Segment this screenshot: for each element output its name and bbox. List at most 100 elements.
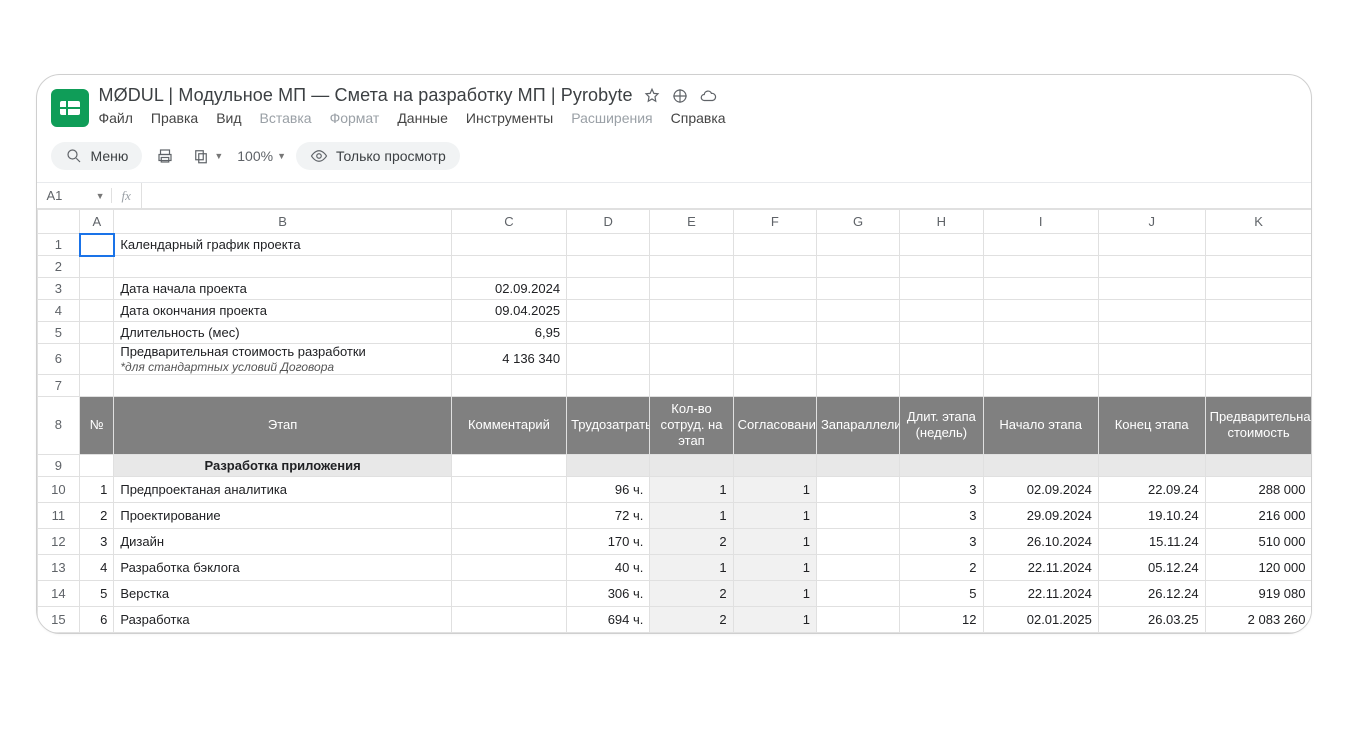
cell-effort[interactable]: 96 ч. bbox=[567, 476, 650, 502]
cell[interactable] bbox=[114, 256, 451, 278]
cell-start[interactable]: 29.09.2024 bbox=[983, 502, 1098, 528]
cell[interactable] bbox=[733, 374, 816, 396]
cell-num[interactable]: 5 bbox=[80, 580, 114, 606]
row-header[interactable]: 4 bbox=[37, 300, 80, 322]
cell-num[interactable]: 1 bbox=[80, 476, 114, 502]
cell[interactable] bbox=[1098, 234, 1205, 256]
cell[interactable] bbox=[1205, 256, 1311, 278]
cell[interactable] bbox=[733, 300, 816, 322]
cell-stage[interactable]: Разработка bbox=[114, 606, 451, 632]
menu-данные[interactable]: Данные bbox=[397, 110, 448, 126]
cell[interactable] bbox=[1205, 322, 1311, 344]
cell-people[interactable]: 1 bbox=[650, 476, 733, 502]
cell-start[interactable]: 26.10.2024 bbox=[983, 528, 1098, 554]
cell-people[interactable]: 1 bbox=[650, 502, 733, 528]
cell-effort[interactable]: 306 ч. bbox=[567, 580, 650, 606]
cell[interactable] bbox=[650, 454, 733, 476]
cell[interactable] bbox=[80, 344, 114, 375]
row-header[interactable]: 13 bbox=[37, 554, 80, 580]
th-end[interactable]: Конец этапа bbox=[1098, 396, 1205, 454]
cell[interactable] bbox=[451, 454, 566, 476]
col-header-G[interactable]: G bbox=[816, 210, 899, 234]
cell-approve[interactable]: 1 bbox=[733, 580, 816, 606]
cell[interactable] bbox=[1205, 374, 1311, 396]
cell[interactable] bbox=[650, 374, 733, 396]
cell[interactable] bbox=[900, 322, 983, 344]
cell-comment[interactable] bbox=[451, 476, 566, 502]
cell[interactable] bbox=[567, 322, 650, 344]
cloud-status-icon[interactable] bbox=[699, 87, 717, 105]
cell-parallel[interactable] bbox=[816, 580, 899, 606]
cell[interactable] bbox=[900, 256, 983, 278]
cell[interactable] bbox=[567, 278, 650, 300]
menu-файл[interactable]: Файл bbox=[99, 110, 133, 126]
sheets-logo[interactable] bbox=[51, 89, 89, 127]
cell-cost[interactable]: 216 000 bbox=[1205, 502, 1311, 528]
th-parallel[interactable]: Запараллеливание bbox=[816, 396, 899, 454]
cell-cost[interactable]: 510 000 bbox=[1205, 528, 1311, 554]
cell[interactable] bbox=[900, 344, 983, 375]
cell-stage[interactable]: Проектирование bbox=[114, 502, 451, 528]
cell[interactable] bbox=[1098, 322, 1205, 344]
cell-parallel[interactable] bbox=[816, 528, 899, 554]
cell[interactable] bbox=[983, 322, 1098, 344]
row-header[interactable]: 11 bbox=[37, 502, 80, 528]
cell-start[interactable]: 22.11.2024 bbox=[983, 580, 1098, 606]
cell-weeks[interactable]: 3 bbox=[900, 476, 983, 502]
column-headers[interactable]: ABCDEFGHIJK bbox=[37, 210, 1312, 234]
cell-approve[interactable]: 1 bbox=[733, 476, 816, 502]
cell[interactable] bbox=[983, 234, 1098, 256]
cell[interactable] bbox=[733, 322, 816, 344]
cell[interactable] bbox=[1205, 234, 1311, 256]
th-approve[interactable]: Согласование bbox=[733, 396, 816, 454]
cell[interactable] bbox=[733, 278, 816, 300]
section-title[interactable]: Разработка приложения bbox=[114, 454, 451, 476]
menu-вид[interactable]: Вид bbox=[216, 110, 241, 126]
cell[interactable] bbox=[1205, 300, 1311, 322]
cell-approve[interactable]: 1 bbox=[733, 502, 816, 528]
cell-effort[interactable]: 40 ч. bbox=[567, 554, 650, 580]
cell[interactable] bbox=[900, 374, 983, 396]
cell[interactable] bbox=[983, 278, 1098, 300]
cell-weeks[interactable]: 12 bbox=[900, 606, 983, 632]
cell[interactable] bbox=[816, 344, 899, 375]
cell-num[interactable]: 4 bbox=[80, 554, 114, 580]
cell-B4[interactable]: Дата окончания проекта bbox=[114, 300, 451, 322]
cell[interactable] bbox=[816, 374, 899, 396]
cell-parallel[interactable] bbox=[816, 606, 899, 632]
cell[interactable] bbox=[650, 256, 733, 278]
name-box[interactable]: A1 ▼ bbox=[37, 188, 112, 203]
cell-parallel[interactable] bbox=[816, 502, 899, 528]
cell-C6[interactable]: 4 136 340 bbox=[451, 344, 566, 375]
cell-A1[interactable] bbox=[80, 234, 114, 256]
cell-weeks[interactable]: 5 bbox=[900, 580, 983, 606]
cell-B1[interactable]: Календарный график проекта bbox=[114, 234, 451, 256]
cell[interactable] bbox=[451, 234, 566, 256]
cell[interactable] bbox=[816, 300, 899, 322]
cell[interactable] bbox=[733, 256, 816, 278]
cell-stage[interactable]: Дизайн bbox=[114, 528, 451, 554]
cell[interactable] bbox=[650, 234, 733, 256]
cell-effort[interactable]: 72 ч. bbox=[567, 502, 650, 528]
cell[interactable] bbox=[80, 374, 114, 396]
cell[interactable] bbox=[900, 454, 983, 476]
cell[interactable] bbox=[80, 300, 114, 322]
zoom-selector[interactable]: 100% ▼ bbox=[237, 148, 286, 164]
row-header[interactable]: 10 bbox=[37, 476, 80, 502]
cell-effort[interactable]: 170 ч. bbox=[567, 528, 650, 554]
cell[interactable] bbox=[650, 344, 733, 375]
menu-формат[interactable]: Формат bbox=[330, 110, 380, 126]
col-header-D[interactable]: D bbox=[567, 210, 650, 234]
cell[interactable] bbox=[650, 322, 733, 344]
cell-comment[interactable] bbox=[451, 580, 566, 606]
cell[interactable] bbox=[983, 344, 1098, 375]
cell[interactable] bbox=[80, 322, 114, 344]
cell[interactable] bbox=[114, 374, 451, 396]
cell-comment[interactable] bbox=[451, 554, 566, 580]
cell[interactable] bbox=[1205, 278, 1311, 300]
cell-cost[interactable]: 919 080 bbox=[1205, 580, 1311, 606]
cell[interactable] bbox=[733, 344, 816, 375]
cell[interactable] bbox=[733, 454, 816, 476]
search-menu-button[interactable]: Меню bbox=[51, 142, 143, 170]
cell-parallel[interactable] bbox=[816, 476, 899, 502]
